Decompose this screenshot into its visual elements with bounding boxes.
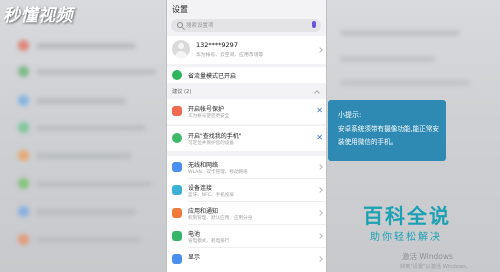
account-row[interactable]: 132****9297 华为帐号、云空间、应用市场等 [167, 36, 326, 64]
search-icon [177, 22, 183, 28]
settings-item-title: 显示 [188, 254, 201, 261]
chevron-up-icon[interactable] [314, 90, 320, 96]
display-icon [172, 254, 182, 264]
suggestion-title: 开启"查找我的手机" [188, 133, 242, 140]
settings-item-subtitle: 蓝牙、NFC、手机投屏 [188, 193, 235, 198]
search-placeholder: 搜索设置项 [186, 23, 214, 29]
settings-item-display[interactable]: 显示 [167, 248, 326, 271]
shield-icon [172, 106, 182, 116]
settings-item-subtitle: 省电模式、耗电排行 [188, 239, 230, 244]
suggestion-account-protection[interactable]: 开启帐号保护 华为帐号使您更安全 ✕ [167, 99, 326, 124]
tip-title: 小提示: [338, 111, 362, 119]
chevron-right-icon [317, 187, 323, 193]
chevron-right-icon [317, 47, 323, 53]
data-saver-icon [172, 70, 182, 80]
battery-icon [172, 231, 182, 241]
settings-item-device-connection[interactable]: 设备连接 蓝牙、NFC、手机投屏 [167, 179, 326, 202]
brand-name: 百科全说 [363, 204, 451, 228]
suggestion-subtitle: 可定位并保护您的设备 [188, 141, 234, 146]
windows-activation-title: 激活 Windows [402, 252, 453, 261]
device-connect-icon [172, 185, 182, 195]
settings-item-subtitle: WLAN、双卡管理、移动网络 [188, 170, 248, 175]
settings-item-title: 设备连接 [188, 185, 213, 192]
power-saver-row[interactable]: 省流量模式已开启 [167, 67, 326, 83]
brand-slogan: 助你轻松解决 [370, 232, 442, 243]
microphone-icon[interactable] [312, 21, 316, 28]
page-title: 设置 [172, 5, 188, 14]
tip-box: 小提示: 安卓系统须带有摄像功能,能正常安装使用微信的手机。 [328, 100, 446, 161]
find-phone-icon [172, 133, 182, 143]
tip-body: 安卓系统须带有摄像功能,能正常安装使用微信的手机。 [338, 125, 440, 146]
settings-item-wireless[interactable]: 无线和网络 WLAN、双卡管理、移动网络 [167, 156, 326, 179]
power-saver-label: 省流量模式已开启 [188, 73, 237, 80]
settings-item-title: 电池 [188, 231, 201, 238]
suggestion-title: 开启帐号保护 [188, 106, 225, 113]
apps-icon [172, 208, 182, 218]
settings-item-title: 应用和通知 [188, 208, 219, 215]
dismiss-icon[interactable]: ✕ [316, 107, 323, 115]
settings-item-title: 无线和网络 [188, 162, 219, 169]
site-logo: 秒懂视频 [3, 6, 73, 26]
chevron-right-icon [317, 233, 323, 239]
chevron-right-icon [317, 256, 323, 262]
account-detail: 华为帐号、云空间、应用市场等 [196, 53, 264, 58]
dismiss-icon[interactable]: ✕ [316, 134, 323, 142]
account-name: 132****9297 [196, 41, 238, 49]
suggestions-header: 建议 (2) [172, 89, 192, 95]
chevron-right-icon [317, 210, 323, 216]
avatar [172, 40, 190, 58]
windows-activation-subtitle: 转到"设置"以激活 Windows。 [400, 264, 472, 270]
settings-item-apps[interactable]: 应用和通知 权限管理、默认应用、应用分身 [167, 202, 326, 225]
wifi-icon [172, 162, 182, 172]
settings-item-battery[interactable]: 电池 省电模式、耗电排行 [167, 225, 326, 248]
suggestion-subtitle: 华为帐号使您更安全 [188, 114, 230, 119]
settings-item-subtitle: 权限管理、默认应用、应用分身 [188, 216, 253, 221]
search-input[interactable]: 搜索设置项 [171, 19, 321, 32]
suggestion-find-my-phone[interactable]: 开启"查找我的手机" 可定位并保护您的设备 ✕ [167, 126, 326, 151]
settings-list: 无线和网络 WLAN、双卡管理、移动网络 设备连接 蓝牙、NFC、手机投屏 应用… [167, 156, 326, 272]
phone-settings-screen: 设置 搜索设置项 132****9297 华为帐号、云空间、应用市场等 省流量模… [166, 0, 327, 272]
chevron-right-icon [317, 164, 323, 170]
